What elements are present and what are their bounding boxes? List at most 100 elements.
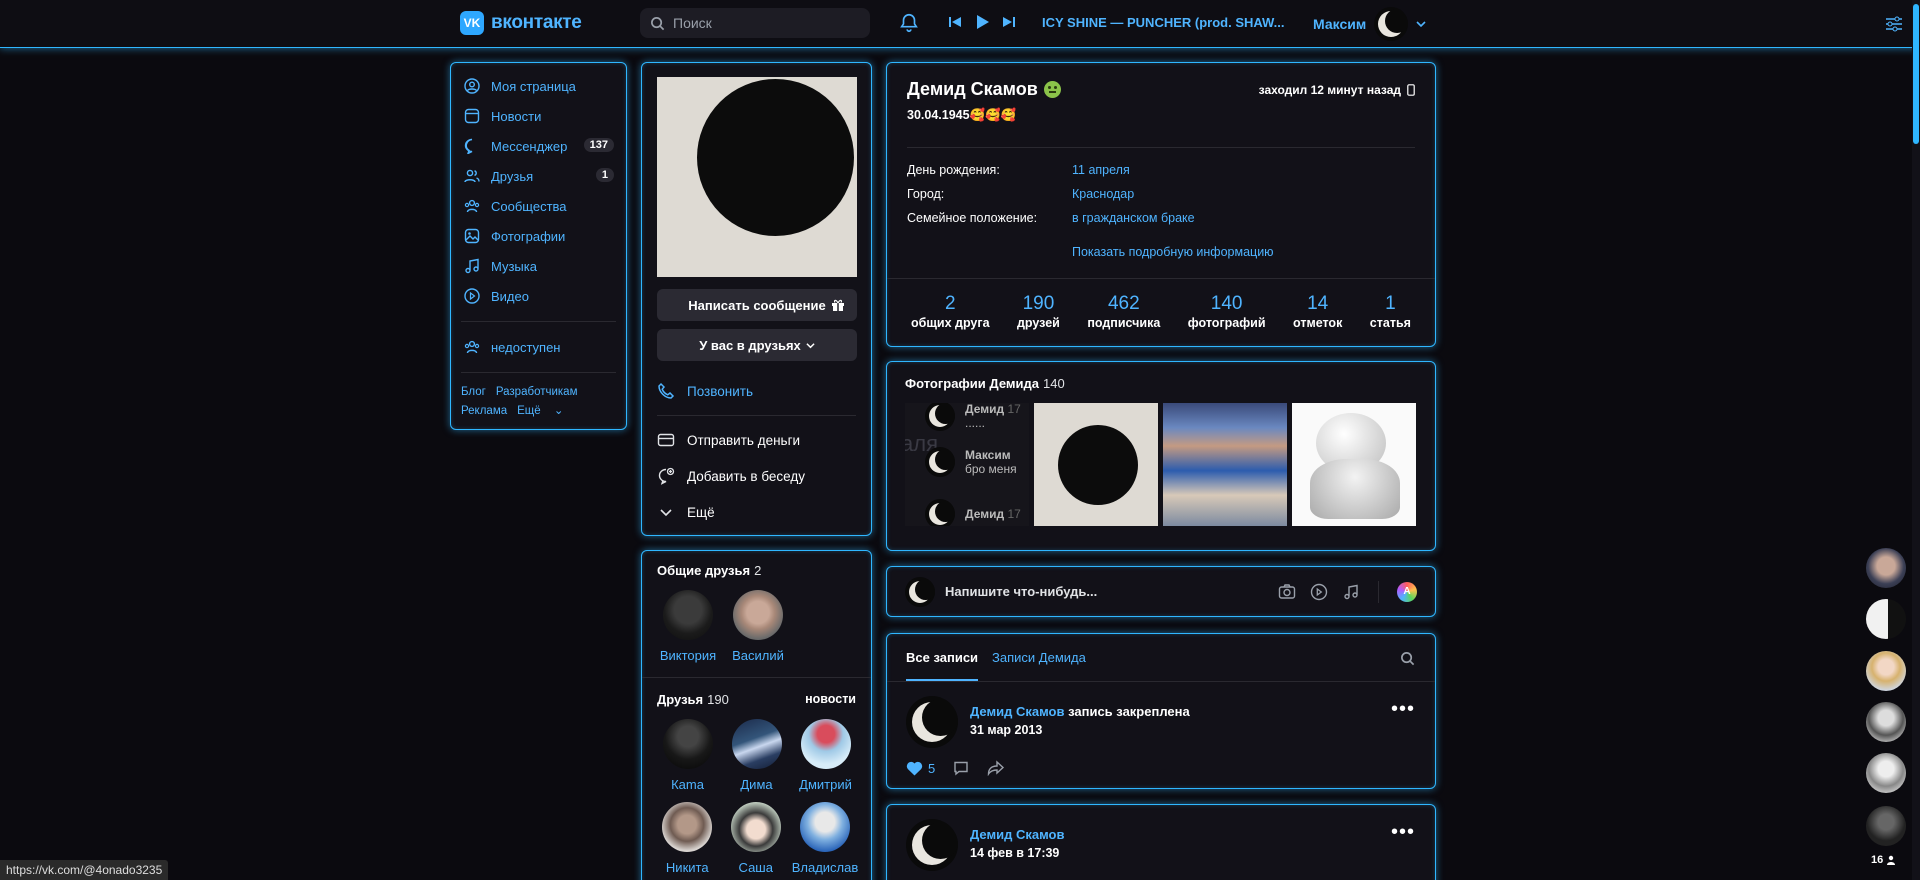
add-to-chat-button[interactable]: Добавить в беседу <box>657 458 856 494</box>
compose-placeholder[interactable]: Напишите что-нибудь... <box>945 584 1097 599</box>
search-icon[interactable] <box>1400 651 1415 666</box>
friend-card[interactable]: Никита <box>657 802 718 875</box>
online-friend-avatar[interactable] <box>1866 548 1906 588</box>
sidebar-item-my-page[interactable]: Моя страница <box>451 71 626 101</box>
online-friend-avatar[interactable] <box>1866 599 1906 639</box>
online-friend-avatar[interactable] <box>1866 702 1906 742</box>
post-author[interactable]: Демид Скамов <box>970 827 1064 842</box>
search-input[interactable] <box>673 15 853 31</box>
relationship-link[interactable]: в гражданском браке <box>1072 211 1195 225</box>
sidebar-item-photos[interactable]: Фотографии <box>451 221 626 251</box>
friend-card[interactable]: Дмитрий <box>795 719 856 792</box>
friend-card[interactable]: Дима <box>726 719 787 792</box>
post-author[interactable]: Демид Скамов <box>970 704 1064 719</box>
ads-link[interactable]: Реклама <box>461 405 507 417</box>
sidebar-item-label: Сообщества <box>491 198 567 214</box>
gift-icon[interactable] <box>831 298 845 312</box>
friend-card[interactable]: Саша <box>726 802 787 875</box>
friend-card[interactable]: Кama <box>657 719 718 792</box>
previous-track-icon[interactable] <box>948 15 962 29</box>
tab-own-posts[interactable]: Записи Демида <box>992 634 1086 681</box>
more-options-icon[interactable]: ••• <box>1391 822 1415 842</box>
photo-thumbnail[interactable] <box>1034 403 1158 526</box>
chevron-down-icon <box>806 342 815 348</box>
photo-thumbnail[interactable]: аля Демид 17...... Максим бро меня Демид … <box>905 403 1029 526</box>
heart-icon <box>906 761 923 775</box>
messenger-badge: 137 <box>583 138 614 152</box>
city-link[interactable]: Краснодар <box>1072 187 1134 201</box>
send-money-button[interactable]: Отправить деньги <box>657 422 856 458</box>
post-date[interactable]: 31 мар 2013 <box>970 723 1190 737</box>
blog-link[interactable]: Блог <box>461 386 486 398</box>
sidebar-item-music[interactable]: Музыка <box>451 251 626 281</box>
play-icon[interactable] <box>974 14 990 30</box>
counter-photos[interactable]: 140 фотографий <box>1188 293 1266 330</box>
friends-news-link[interactable]: новости <box>805 692 856 707</box>
divider <box>1378 580 1379 603</box>
more-actions-button[interactable]: Ещё <box>657 494 856 530</box>
music-icon[interactable] <box>1342 583 1360 601</box>
sidebar-item-label: Новости <box>491 108 542 124</box>
friend-card[interactable]: Василий <box>727 590 789 663</box>
post-date[interactable]: 14 фев в 17:39 <box>970 846 1064 860</box>
next-track-icon[interactable] <box>1002 15 1016 29</box>
birthday-link[interactable]: 11 апреля <box>1072 163 1130 177</box>
photo-thumbnail[interactable] <box>1292 403 1416 526</box>
comment-icon[interactable] <box>953 760 969 776</box>
user-name: Максим <box>1313 16 1367 32</box>
post-compose-bar[interactable]: Напишите что-нибудь... A <box>886 566 1436 617</box>
color-theme-icon[interactable]: A <box>1397 581 1417 602</box>
profile-photo[interactable] <box>657 77 857 277</box>
groups-icon <box>463 338 481 356</box>
search-box[interactable] <box>640 8 870 38</box>
person-icon <box>1887 855 1896 865</box>
author-avatar[interactable] <box>906 696 958 748</box>
sidebar-divider <box>461 321 616 322</box>
online-count[interactable]: 16 <box>1871 854 1896 866</box>
counter-mutual[interactable]: 2 общих друга <box>911 293 990 330</box>
friends-title[interactable]: Друзья 190 <box>657 692 729 707</box>
page-scrollbar[interactable] <box>1912 0 1920 880</box>
online-friend-avatar[interactable] <box>1866 651 1906 691</box>
current-track[interactable]: ICY SHINE — PUNCHER (prod. SHAW... <box>1042 15 1284 30</box>
counter-articles[interactable]: 1 статья <box>1370 293 1411 330</box>
counter-followers[interactable]: 462 подписчика <box>1087 293 1160 330</box>
in-friends-button[interactable]: У вас в друзьях <box>657 329 857 361</box>
camera-icon[interactable] <box>1278 583 1296 601</box>
sidebar-item-groups[interactable]: Сообщества <box>451 191 626 221</box>
friend-card[interactable]: Владислав <box>792 802 858 875</box>
author-avatar[interactable] <box>906 819 958 871</box>
vk-logo[interactable]: VK вконтакте <box>460 11 582 35</box>
user-menu[interactable]: Максим <box>1313 7 1426 41</box>
write-message-button[interactable]: Написать сообщение <box>657 289 857 321</box>
counter-friends[interactable]: 190 друзей <box>1017 293 1060 330</box>
more-options-icon[interactable]: ••• <box>1391 699 1415 719</box>
counter-tags[interactable]: 14 отметок <box>1293 293 1342 330</box>
sidebar-item-news[interactable]: Новости <box>451 101 626 131</box>
like-button[interactable]: 5 <box>906 761 935 776</box>
sidebar-item-messenger[interactable]: Мессенджер 137 <box>451 131 626 161</box>
share-icon[interactable] <box>987 760 1005 776</box>
more-link[interactable]: Ещё ⌄ <box>517 405 563 417</box>
tab-all-posts[interactable]: Все записи <box>906 634 979 681</box>
show-more-info-link[interactable]: Показать подробную информацию <box>1072 245 1274 259</box>
money-transfer-icon <box>657 433 675 447</box>
video-icon[interactable] <box>1310 583 1328 601</box>
photo-thumbnail[interactable] <box>1163 403 1287 526</box>
sidebar-footer: Блог Разработчикам Реклама Ещё ⌄ <box>451 383 626 421</box>
emoji-status-icon[interactable] <box>1043 81 1061 98</box>
photos-title[interactable]: Фотографии Демида 140 <box>905 376 1417 391</box>
mutual-friends-title[interactable]: Общие друзья 2 <box>657 563 856 578</box>
online-friend-avatar[interactable] <box>1866 753 1906 793</box>
friend-card[interactable]: Виктория <box>657 590 719 663</box>
profile-status[interactable]: 30.04.1945🥰🥰🥰 <box>907 108 1061 123</box>
settings-sliders-icon[interactable] <box>1884 14 1904 37</box>
sidebar-item-unavailable[interactable]: недоступен <box>451 332 626 362</box>
bell-icon[interactable] <box>898 12 920 37</box>
online-friend-avatar[interactable] <box>1866 806 1906 846</box>
call-button[interactable]: Позвонить <box>657 373 856 409</box>
sidebar-item-friends[interactable]: Друзья 1 <box>451 161 626 191</box>
dev-link[interactable]: Разработчикам <box>496 386 578 398</box>
divider <box>887 278 1435 279</box>
sidebar-item-video[interactable]: Видео <box>451 281 626 311</box>
